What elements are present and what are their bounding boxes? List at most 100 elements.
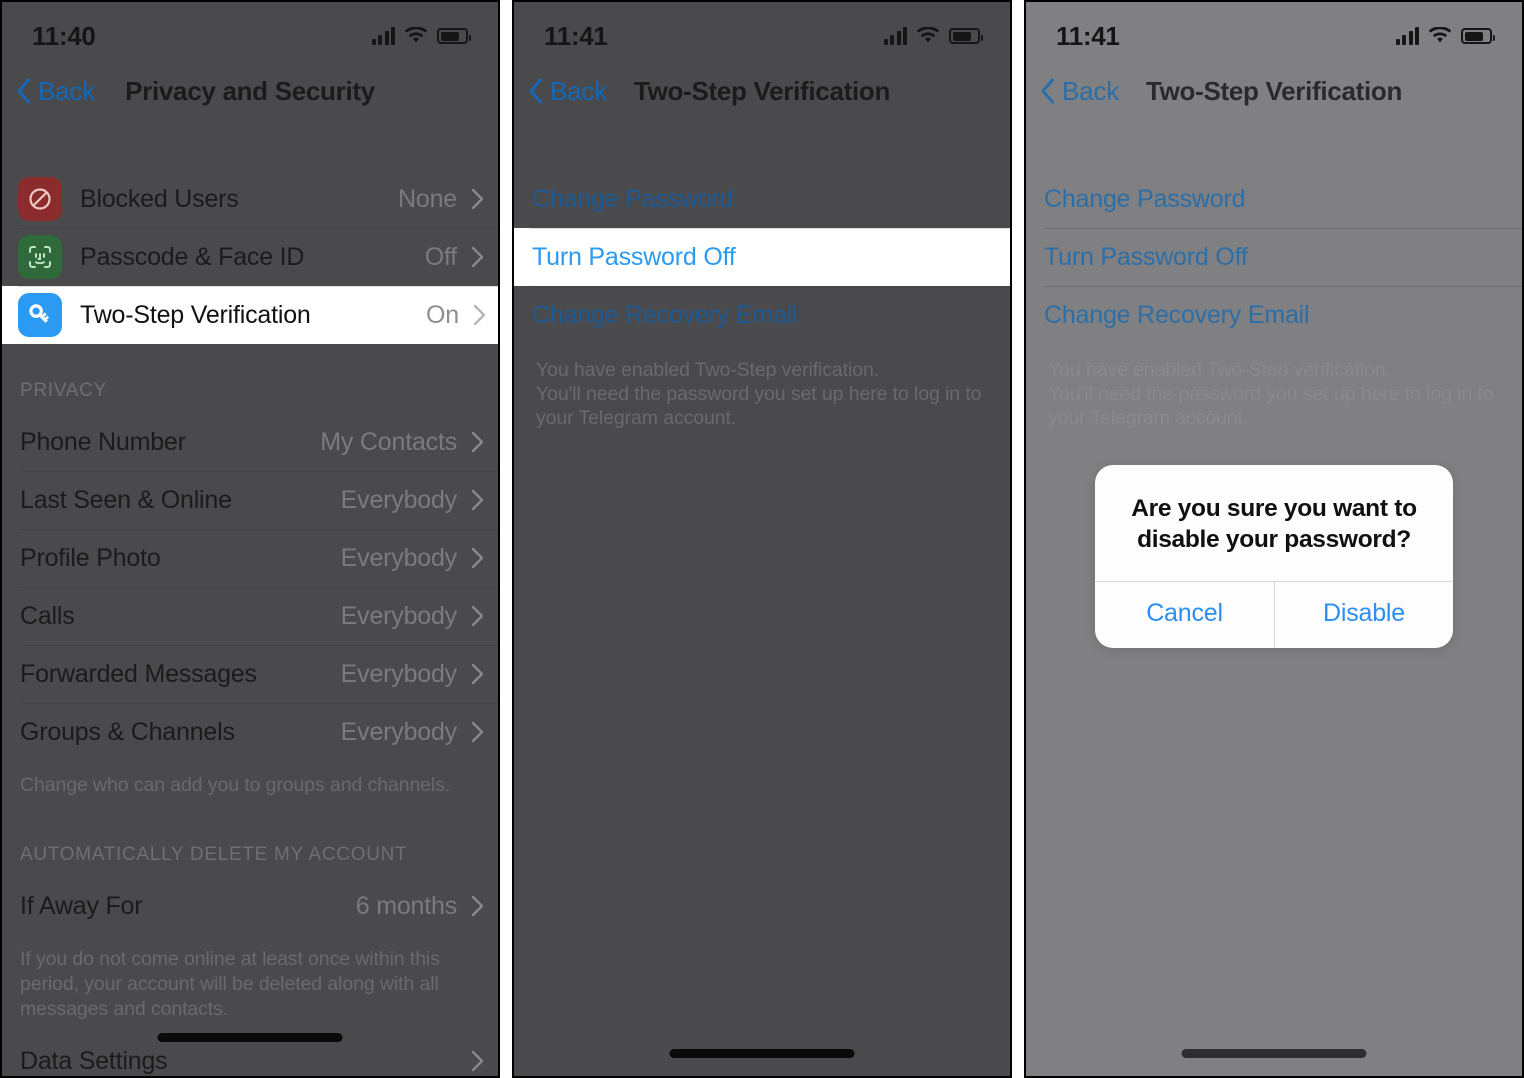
- nav-bar: Back Two-Step Verification: [1026, 60, 1522, 122]
- chevron-right-icon: [471, 605, 484, 627]
- row-label: Groups & Channels: [20, 717, 235, 746]
- back-label: Back: [550, 75, 608, 106]
- privacy-group: Phone Number My Contacts Last Seen & Onl…: [2, 413, 498, 761]
- status-clock: 11:41: [544, 20, 608, 51]
- row-label: Blocked Users: [80, 184, 239, 213]
- disable-button[interactable]: Disable: [1274, 582, 1453, 648]
- status-clock: 11:41: [1056, 20, 1120, 51]
- row-passcode-face-id[interactable]: Passcode & Face ID Off: [2, 228, 498, 286]
- row-value: Everybody: [340, 717, 458, 746]
- wifi-icon: [916, 27, 940, 45]
- security-group: Blocked Users None Passcode & Face ID Of…: [2, 170, 498, 344]
- status-bar: 11:40: [2, 2, 498, 60]
- home-indicator[interactable]: [669, 1049, 855, 1058]
- two-step-note: You have enabled Two-Step verification. …: [1048, 359, 1494, 429]
- home-indicator[interactable]: [1181, 1049, 1367, 1058]
- chevron-right-icon: [473, 304, 486, 326]
- status-indicators: [371, 27, 471, 45]
- row-label: Data Settings: [20, 1046, 168, 1075]
- cellular-bars-icon: [371, 27, 395, 45]
- action-change-password[interactable]: Change Password: [514, 170, 1010, 228]
- screen-content: 11:40 Back Privacy and Security Blocked …: [2, 2, 498, 1076]
- alert-actions: Cancel Disable: [1095, 581, 1453, 648]
- row-label: Calls: [20, 601, 75, 630]
- status-indicators: [1395, 27, 1495, 45]
- list-top-spacer: [514, 122, 1010, 170]
- row-value: Everybody: [340, 601, 458, 630]
- chevron-right-icon: [471, 1050, 484, 1072]
- cellular-bars-icon: [1395, 27, 1419, 45]
- row-label: If Away For: [20, 891, 143, 920]
- row-value: Off: [424, 242, 457, 271]
- privacy-footnote: Change who can add you to groups and cha…: [20, 774, 451, 796]
- row-value: Everybody: [340, 543, 458, 572]
- back-button[interactable]: Back: [514, 76, 607, 107]
- cellular-bars-icon: [883, 27, 907, 45]
- chevron-right-icon: [471, 895, 484, 917]
- screen-content: 11:41 Back Two-Step Verification Change …: [514, 2, 1010, 1076]
- disable-password-alert: Are you sure you want to disable your pa…: [1095, 465, 1453, 648]
- row-profile-photo[interactable]: Profile Photo Everybody: [2, 529, 498, 587]
- home-indicator[interactable]: [157, 1033, 343, 1042]
- section-header-auto-delete: AUTOMATICALLY DELETE MY ACCOUNT: [20, 844, 408, 865]
- chevron-left-icon: [17, 78, 30, 104]
- row-calls[interactable]: Calls Everybody: [2, 587, 498, 645]
- wifi-icon: [1428, 27, 1452, 45]
- action-change-recovery-email[interactable]: Change Recovery Email: [514, 286, 1010, 344]
- row-label: Profile Photo: [20, 543, 161, 572]
- chevron-right-icon: [471, 188, 484, 210]
- auto-delete-footnote: If you do not come online at least once …: [20, 948, 440, 1020]
- chevron-right-icon: [471, 246, 484, 268]
- row-phone-number[interactable]: Phone Number My Contacts: [2, 413, 498, 471]
- face-id-icon: [18, 235, 62, 279]
- screenshot-stage: 11:40 Back Privacy and Security Blocked …: [0, 0, 1524, 1078]
- chevron-left-icon: [1041, 78, 1054, 104]
- alert-body: Are you sure you want to disable your pa…: [1095, 465, 1453, 581]
- chevron-right-icon: [471, 663, 484, 685]
- cancel-button[interactable]: Cancel: [1095, 582, 1274, 648]
- phone-panel-two-step-verification: 11:41 Back Two-Step Verification Change …: [512, 0, 1012, 1078]
- section-header-privacy: PRIVACY: [20, 380, 107, 401]
- back-button[interactable]: Back: [2, 76, 95, 107]
- row-value: Everybody: [340, 659, 458, 688]
- list-top-spacer: [1026, 122, 1522, 170]
- chevron-left-icon: [529, 78, 542, 104]
- two-step-note: You have enabled Two-Step verification. …: [536, 359, 982, 429]
- wifi-icon: [404, 27, 428, 45]
- chevron-right-icon: [471, 721, 484, 743]
- row-value: None: [398, 184, 457, 213]
- chevron-right-icon: [471, 431, 484, 453]
- status-indicators: [883, 27, 983, 45]
- row-label: Two-Step Verification: [80, 300, 311, 329]
- back-label: Back: [1062, 75, 1120, 106]
- phone-panel-disable-password-alert: 11:41 Back Two-Step Verification Change …: [1024, 0, 1524, 1078]
- status-bar: 11:41: [514, 2, 1010, 60]
- row-forwarded-messages[interactable]: Forwarded Messages Everybody: [2, 645, 498, 703]
- two-step-actions-group: Change Password Turn Password Off Change…: [514, 170, 1010, 344]
- phone-panel-privacy-and-security: 11:40 Back Privacy and Security Blocked …: [0, 0, 500, 1078]
- two-step-actions-group: Change Password Turn Password Off Change…: [1026, 170, 1522, 344]
- chevron-right-icon: [471, 489, 484, 511]
- battery-icon: [1461, 28, 1495, 44]
- action-change-recovery-email[interactable]: Change Recovery Email: [1026, 286, 1522, 344]
- row-two-step-verification[interactable]: Two-Step Verification On: [2, 286, 498, 344]
- nav-bar: Back Two-Step Verification: [514, 60, 1010, 122]
- auto-delete-group: If Away For 6 months: [2, 877, 498, 935]
- row-value: On: [426, 300, 459, 329]
- action-turn-password-off[interactable]: Turn Password Off: [1026, 228, 1522, 286]
- row-value: My Contacts: [320, 427, 457, 456]
- row-last-seen-online[interactable]: Last Seen & Online Everybody: [2, 471, 498, 529]
- row-label: Phone Number: [20, 427, 186, 456]
- nav-bar: Back Privacy and Security: [2, 60, 498, 122]
- row-if-away-for[interactable]: If Away For 6 months: [2, 877, 498, 935]
- chevron-right-icon: [471, 547, 484, 569]
- row-label: Passcode & Face ID: [80, 242, 305, 271]
- action-change-password[interactable]: Change Password: [1026, 170, 1522, 228]
- row-value: Everybody: [340, 485, 458, 514]
- row-groups-channels[interactable]: Groups & Channels Everybody: [2, 703, 498, 761]
- back-button[interactable]: Back: [1026, 76, 1119, 107]
- alert-title: Are you sure you want to disable your pa…: [1131, 495, 1417, 553]
- action-turn-password-off[interactable]: Turn Password Off: [514, 228, 1010, 286]
- row-blocked-users[interactable]: Blocked Users None: [2, 170, 498, 228]
- key-icon: [18, 293, 62, 337]
